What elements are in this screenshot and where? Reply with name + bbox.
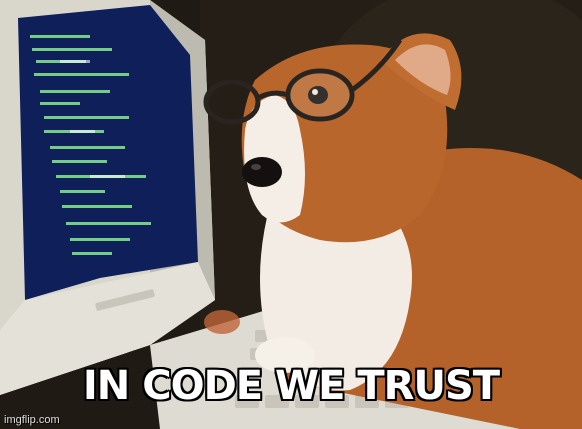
watermark-text: imgflip.com: [4, 414, 60, 426]
meme-caption: IN CODE WE TRUST: [82, 363, 500, 409]
meme-image: IN CODE WE TRUST imgflip.com: [0, 0, 582, 429]
